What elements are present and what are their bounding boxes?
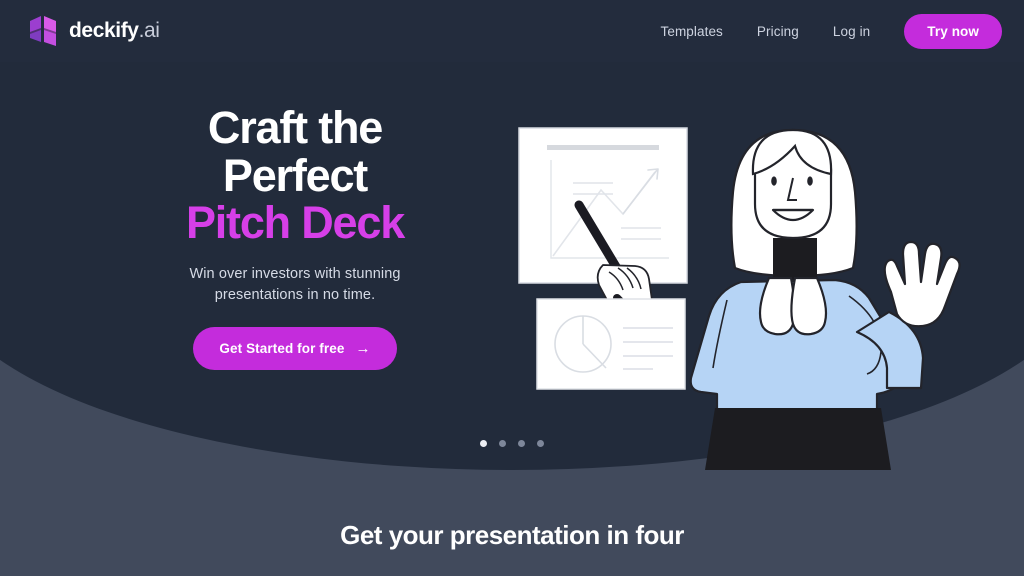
line-chart-slide xyxy=(518,127,688,284)
deck-cube-logo-icon xyxy=(28,14,58,48)
presenter-with-slides-illustration xyxy=(505,100,965,470)
carousel-dot-3[interactable] xyxy=(518,440,525,447)
brand-name: deckify.ai xyxy=(69,19,160,43)
carousel-dot-1[interactable] xyxy=(480,440,487,447)
page-root: deckify.ai Templates Pricing Log in Try … xyxy=(0,0,1024,576)
get-started-button[interactable]: Get Started for free → xyxy=(193,327,397,371)
steps-section: Get your presentation in four xyxy=(0,520,1024,551)
hero-headline-accent: Pitch Deck xyxy=(185,197,405,249)
hero-headline: Craft the Perfect Pitch Deck xyxy=(150,104,440,247)
hero-headline-line2: Perfect xyxy=(222,149,368,201)
nav-link-login[interactable]: Log in xyxy=(833,24,870,39)
carousel-dots xyxy=(0,440,1024,447)
carousel-dot-2[interactable] xyxy=(499,440,506,447)
nav-link-pricing[interactable]: Pricing xyxy=(757,24,799,39)
carousel-dot-4[interactable] xyxy=(537,440,544,447)
hero-section: Craft the Perfect Pitch Deck Win over in… xyxy=(0,62,1024,470)
hero-subtitle: Win over investors with stunning present… xyxy=(189,266,401,303)
hero-headline-line1: Craft the xyxy=(207,102,383,153)
nav-link-templates[interactable]: Templates xyxy=(660,24,722,39)
main-navigation: Templates Pricing Log in Try now xyxy=(626,13,1002,49)
arrow-right-icon: → xyxy=(355,340,371,358)
presenter-character xyxy=(689,128,961,470)
steps-section-title: Get your presentation in four xyxy=(340,520,684,550)
hero-copy: Craft the Perfect Pitch Deck Win over in… xyxy=(150,104,440,371)
brand-name-main: deckify xyxy=(69,19,139,42)
try-now-button[interactable]: Try now xyxy=(904,13,1002,49)
pie-chart-slide xyxy=(536,298,686,390)
brand-logo[interactable]: deckify.ai xyxy=(28,14,160,48)
brand-name-suffix: .ai xyxy=(138,19,160,42)
site-header: deckify.ai Templates Pricing Log in Try … xyxy=(0,0,1024,62)
get-started-label: Get Started for free xyxy=(219,341,345,357)
